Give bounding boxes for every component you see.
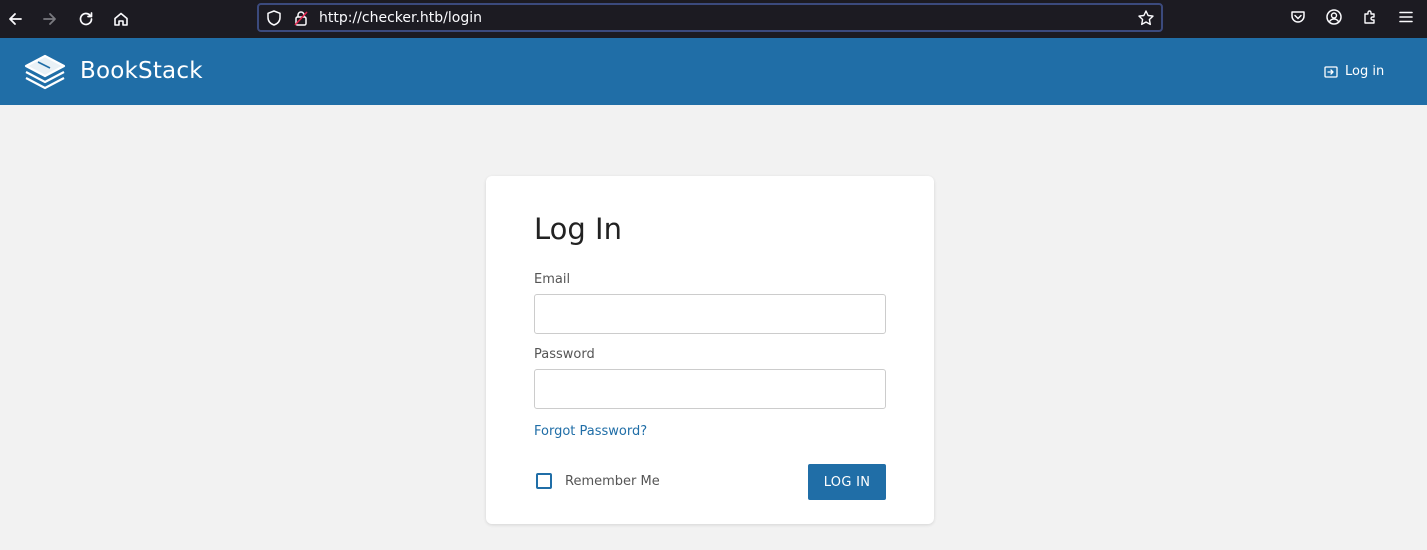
bookmark-star-icon[interactable] — [1137, 9, 1155, 27]
menu-icon — [1399, 11, 1413, 23]
shield-icon[interactable] — [265, 9, 283, 27]
back-icon — [9, 13, 22, 25]
email-field[interactable] — [534, 294, 886, 334]
home-button[interactable] — [107, 5, 135, 33]
bookstack-logo-icon[interactable] — [24, 52, 66, 90]
header-login-link[interactable]: Log in — [1324, 64, 1384, 79]
app-menu-button[interactable] — [1397, 8, 1417, 28]
password-label: Password — [534, 347, 595, 362]
forward-icon — [43, 13, 56, 25]
reload-button[interactable] — [72, 5, 100, 33]
app-header: BookStack Log in — [0, 38, 1427, 105]
email-label: Email — [534, 272, 571, 287]
pocket-button[interactable] — [1289, 8, 1309, 28]
remember-me[interactable]: Remember Me — [536, 473, 660, 489]
forward-button[interactable] — [36, 5, 64, 33]
browser-toolbar: http://checker.htb/login — [0, 0, 1427, 38]
brand-name[interactable]: BookStack — [80, 58, 203, 84]
extensions-button[interactable] — [1361, 8, 1381, 28]
back-button[interactable] — [1, 5, 29, 33]
url-text[interactable]: http://checker.htb/login — [319, 10, 482, 26]
extensions-icon — [1364, 10, 1375, 24]
header-login-label[interactable]: Log in — [1345, 64, 1384, 79]
page-title: Log In — [534, 212, 622, 246]
login-card: Log In Email Password Forgot Password? R… — [486, 176, 934, 524]
pocket-icon — [1291, 11, 1305, 23]
remember-me-checkbox[interactable] — [536, 473, 552, 489]
lock-icon[interactable] — [292, 9, 310, 27]
password-field[interactable] — [534, 369, 886, 409]
account-button[interactable] — [1325, 8, 1345, 28]
home-icon — [114, 12, 128, 26]
reload-icon — [79, 12, 93, 26]
login-button[interactable]: LOG IN — [808, 464, 886, 500]
account-icon — [1326, 9, 1342, 25]
login-icon — [1324, 65, 1338, 78]
url-bar[interactable]: http://checker.htb/login — [257, 3, 1163, 32]
remember-me-label[interactable]: Remember Me — [565, 474, 660, 489]
forgot-password-link[interactable]: Forgot Password? — [534, 424, 647, 439]
